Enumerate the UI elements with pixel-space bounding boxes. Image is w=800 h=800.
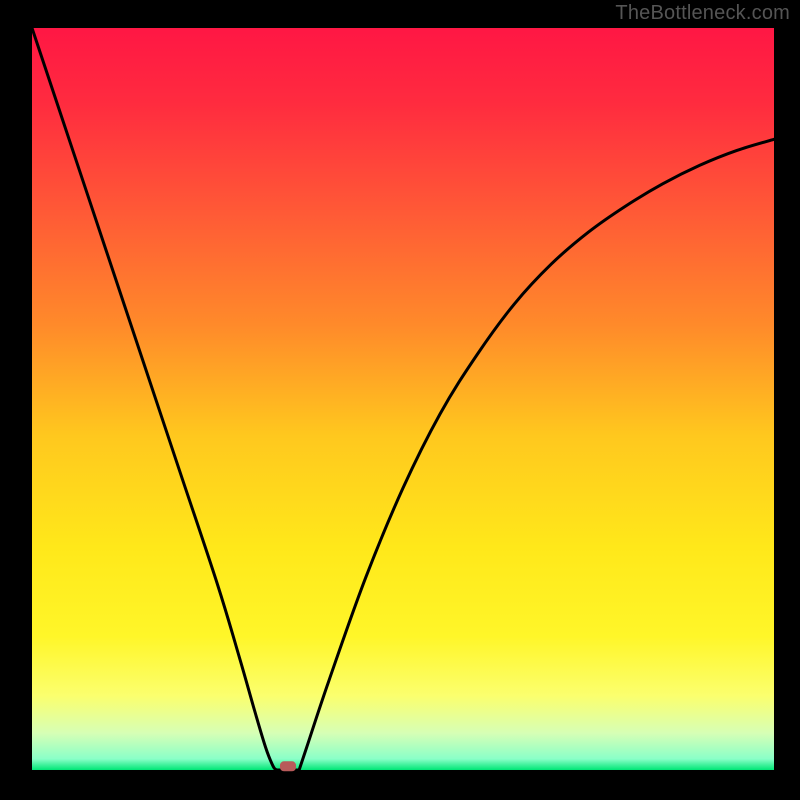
optimal-marker — [280, 761, 296, 771]
bottleneck-chart — [0, 0, 800, 800]
chart-stage: TheBottleneck.com — [0, 0, 800, 800]
plot-background — [32, 28, 774, 770]
watermark-text: TheBottleneck.com — [615, 2, 790, 25]
